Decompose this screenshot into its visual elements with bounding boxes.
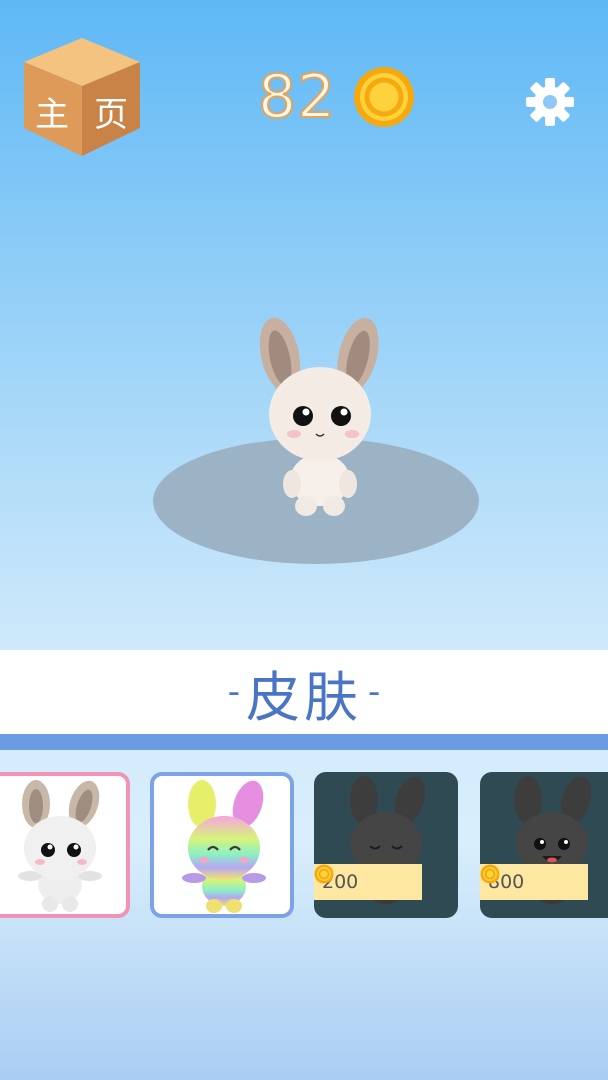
gear-icon [526,78,574,126]
skin-list: 200 800 [0,772,608,920]
price-tag: 800 [480,864,588,900]
home-label-char1: 主 [35,95,69,135]
banner-dash-right: - [368,672,381,712]
rainbow-bunny-icon [182,780,266,913]
coin-count: 82 [257,62,337,132]
home-button[interactable]: 主 页 主页 [22,36,142,158]
skin-card-dark-bunny-800[interactable]: 800 [480,772,608,918]
white-bunny-icon [18,780,102,912]
banner-divider [0,734,608,750]
coin-icon [354,67,415,127]
skin-card-dark-bunny-200[interactable]: 200 [314,772,458,918]
coin-display: 82 [257,62,416,132]
settings-button[interactable] [524,76,576,128]
banner-dash-left: - [227,672,240,712]
bunny-character [259,317,379,516]
skins-section-banner: - 皮肤 - [0,650,608,734]
skin-card-white-bunny[interactable] [0,772,130,918]
coin-icon [480,864,500,884]
coin-icon [314,864,334,884]
price-tag: 200 [314,864,422,900]
home-label-char2: 页 [94,95,128,135]
skin-card-rainbow-bunny[interactable] [150,772,294,918]
home-cube-icon: 主 页 [24,38,140,156]
skins-title: 皮肤 [246,665,362,729]
